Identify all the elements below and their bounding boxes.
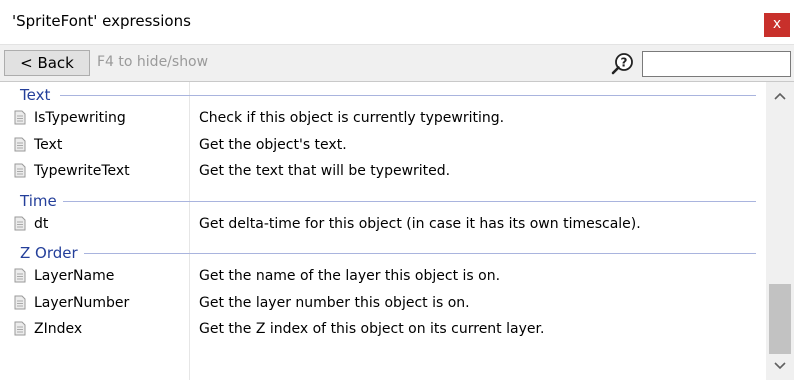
- svg-text:?: ?: [621, 56, 628, 70]
- expression-row[interactable]: TypewriteText Get the text that will be t…: [0, 159, 766, 185]
- title-bar: 'SpriteFont' expressions x: [0, 0, 794, 44]
- expression-name: ZIndex: [34, 321, 83, 337]
- expression-icon: [14, 268, 26, 283]
- expression-description: Get the layer number this object is on.: [199, 295, 470, 311]
- group-separator: [60, 253, 756, 254]
- search-input[interactable]: [642, 51, 791, 77]
- scroll-down-button[interactable]: [766, 358, 794, 374]
- chevron-up-icon: [774, 92, 786, 100]
- group-separator: [60, 200, 756, 202]
- expression-name: LayerNumber: [34, 295, 130, 311]
- chevron-down-icon: [774, 362, 786, 370]
- scroll-up-button[interactable]: [766, 88, 794, 104]
- vertical-scrollbar[interactable]: [766, 82, 794, 380]
- expression-list: Text IsTypewriting Check if this object is…: [0, 82, 766, 380]
- expression-description: Get the text that will be typewrited.: [199, 163, 451, 179]
- group-title: Time: [20, 191, 63, 210]
- group-title: Text: [20, 86, 57, 104]
- group-header: Text: [0, 84, 766, 106]
- expression-description: Get delta-time for this object (in case …: [199, 216, 641, 232]
- expression-row[interactable]: LayerNumber Get the layer number this obj…: [0, 291, 766, 317]
- expression-icon: [14, 321, 26, 336]
- expression-name: dt: [34, 216, 49, 232]
- close-icon: x: [772, 16, 782, 32]
- expression-description: Get the Z index of this object on its cu…: [199, 321, 545, 337]
- expression-icon: [14, 163, 26, 178]
- toolbar: < Back F4 to hide/show ?: [0, 44, 794, 82]
- expression-description: Get the object's text.: [199, 137, 347, 153]
- expression-icon: [14, 110, 26, 125]
- expression-name: LayerName: [34, 268, 115, 284]
- group-header: Time: [0, 190, 766, 212]
- search-help-icon[interactable]: ?: [610, 51, 636, 77]
- group-separator: [60, 95, 756, 96]
- group-title: Z Order: [20, 244, 84, 262]
- expression-row[interactable]: LayerName Get the name of the layer this …: [0, 264, 766, 290]
- expression-icon: [14, 137, 26, 152]
- expression-icon: [14, 216, 26, 231]
- expression-icon: [14, 295, 26, 310]
- expression-name: Text: [34, 137, 63, 153]
- window-title: 'SpriteFont' expressions: [12, 12, 191, 30]
- scroll-thumb[interactable]: [769, 284, 791, 354]
- group-header: Z Order: [0, 242, 766, 264]
- expression-name: IsTypewriting: [34, 110, 126, 126]
- expression-row[interactable]: dt Get delta-time for this object (in cas…: [0, 212, 766, 238]
- expression-row[interactable]: ZIndex Get the Z index of this object on …: [0, 317, 766, 343]
- expression-name: TypewriteText: [34, 163, 130, 179]
- hide-show-hint: F4 to hide/show: [97, 54, 209, 70]
- expression-description: Check if this object is currently typewr…: [199, 110, 505, 126]
- close-button[interactable]: x: [764, 13, 790, 37]
- expression-row[interactable]: Text Get the object's text.: [0, 133, 766, 159]
- expression-row[interactable]: IsTypewriting Check if this object is cur…: [0, 106, 766, 132]
- back-button[interactable]: < Back: [4, 50, 90, 76]
- expression-description: Get the name of the layer this object is…: [199, 268, 501, 284]
